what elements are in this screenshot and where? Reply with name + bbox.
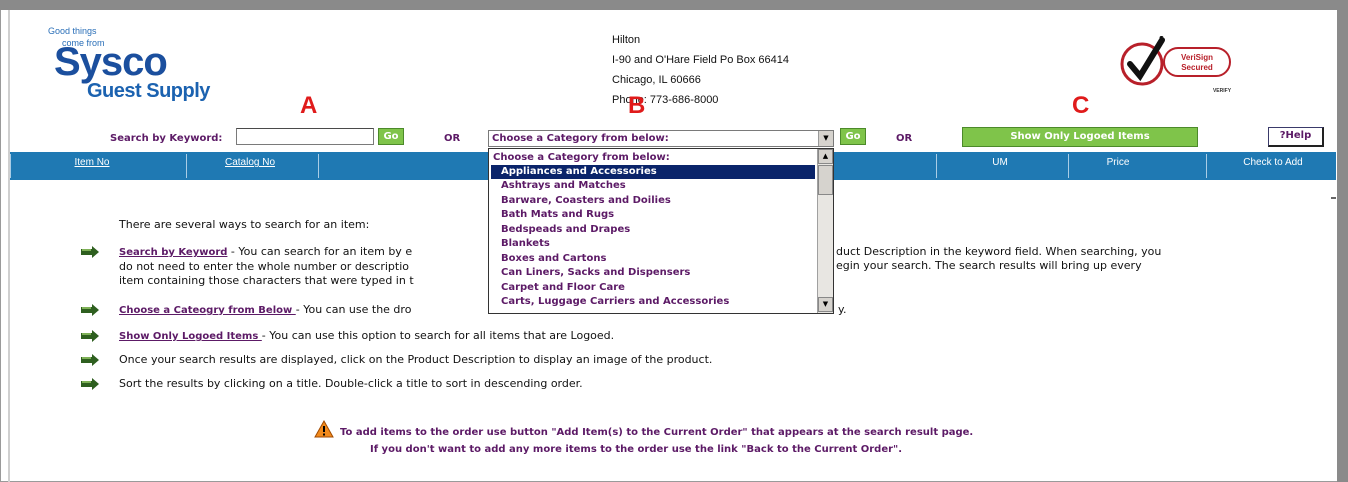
window-right-border xyxy=(1337,0,1348,482)
category-select[interactable]: Choose a Category from below: ▼ xyxy=(488,130,834,147)
column-header-check-to-add[interactable]: Check to Add xyxy=(1216,152,1330,180)
keyword-search-input[interactable] xyxy=(236,128,374,145)
or-label-2: OR xyxy=(896,133,913,144)
verisign-seal[interactable]: VeriSign Secured VERIFY xyxy=(1112,33,1242,96)
dropdown-option[interactable]: Ashtrays and Matches xyxy=(491,179,815,193)
arrow-bullet-icon xyxy=(81,354,99,366)
arrow-bullet-icon xyxy=(81,246,99,258)
chevron-down-icon[interactable]: ▼ xyxy=(818,131,833,146)
sysco-logo: Good things come from Sysco Guest Supply xyxy=(48,26,248,116)
header-separator xyxy=(318,154,319,178)
order-note: To add items to the order use button "Ad… xyxy=(340,424,1060,458)
header-separator xyxy=(10,154,11,178)
keyword-search-label: Search by Keyword: xyxy=(110,133,223,144)
dropdown-option[interactable]: Bedspeads and Drapes xyxy=(491,223,815,237)
sort-paragraph: Sort the results by clicking on a title.… xyxy=(119,377,583,390)
annotation-letter-b: B xyxy=(628,92,646,119)
category-dropdown-list[interactable]: Choose a Category from below: Appliances… xyxy=(488,148,834,314)
window-top-border xyxy=(0,0,1348,10)
address-line-1: I-90 and O'Hare Field Po Box 66414 xyxy=(612,54,789,66)
scrollbar-thumb[interactable] xyxy=(818,165,833,195)
category-go-button[interactable]: Go xyxy=(840,128,866,145)
scroll-down-icon[interactable]: ▼ xyxy=(818,297,833,312)
show-logoed-items-button[interactable]: Show Only Logoed Items xyxy=(962,127,1198,147)
verisign-line-1: VeriSign xyxy=(1181,53,1213,62)
dropdown-option-selected[interactable]: Appliances and Accessories xyxy=(491,165,815,179)
keyword-go-button[interactable]: Go xyxy=(378,128,404,145)
order-note-line-2: If you don't want to add any more items … xyxy=(370,444,903,455)
dropdown-option[interactable]: Boxes and Cartons xyxy=(491,252,815,266)
header-separator xyxy=(1206,154,1207,178)
dropdown-option[interactable]: Bath Mats and Rugs xyxy=(491,208,815,222)
arrow-bullet-icon xyxy=(81,304,99,316)
dropdown-scrollbar[interactable]: ▲ ▼ xyxy=(817,149,833,313)
column-header-um[interactable]: UM xyxy=(970,152,1030,180)
column-header-price[interactable]: Price xyxy=(1088,152,1148,180)
arrow-bullet-icon xyxy=(81,330,99,342)
address-line-2: Chicago, IL 60666 xyxy=(612,74,701,86)
help-button[interactable]: ?Help xyxy=(1268,127,1324,147)
logoed-text: - You can use this option to search for … xyxy=(261,329,615,342)
dropdown-option[interactable]: Can Liners, Sacks and Dispensers xyxy=(491,266,815,280)
dropdown-option[interactable]: Choose a Category from below: xyxy=(491,151,815,165)
results-paragraph: Once your search results are displayed, … xyxy=(119,353,713,366)
show-logoed-items-link[interactable]: Show Only Logoed Items xyxy=(119,331,262,342)
column-header-catalog-no[interactable]: Catalog No xyxy=(200,152,300,180)
order-note-line-1: To add items to the order use button "Ad… xyxy=(340,427,974,438)
keyword-text-2-tail: egin your search. The search results wil… xyxy=(836,259,1142,272)
customer-name: Hilton xyxy=(612,34,641,46)
dropdown-option[interactable]: Blankets xyxy=(491,237,815,251)
or-label-1: OR xyxy=(444,133,461,144)
edge-marker xyxy=(1331,197,1336,199)
arrow-bullet-icon xyxy=(81,378,99,390)
column-header-item-no[interactable]: Item No xyxy=(52,152,132,180)
header-separator xyxy=(186,154,187,178)
logo-tagline-1: Good things xyxy=(48,26,97,36)
choose-category-link[interactable]: Choose a Cateogry from Below xyxy=(119,305,296,316)
logoed-paragraph: Show Only Logoed Items - You can use thi… xyxy=(119,329,614,344)
keyword-text-1-tail: duct Description in the keyword field. W… xyxy=(836,245,1162,258)
dropdown-option[interactable]: Carpet and Floor Care xyxy=(491,281,815,295)
logo-brand: Sysco xyxy=(54,40,168,84)
keyword-text-1: - You can search for an item by e xyxy=(227,245,413,258)
verisign-line-3: VERIFY xyxy=(1213,88,1232,94)
category-paragraph: Choose a Cateogry from Below - You can u… xyxy=(119,303,411,318)
intro-text: There are several ways to search for an … xyxy=(119,218,370,231)
category-text: - You can use the dro xyxy=(295,303,412,316)
dropdown-option[interactable]: Barware, Coasters and Doilies xyxy=(491,194,815,208)
verisign-line-2: Secured xyxy=(1181,63,1213,72)
logo-subtitle: Guest Supply xyxy=(87,80,210,102)
verisign-check-icon: VeriSign Secured VERIFY xyxy=(1120,33,1232,94)
annotation-letter-a: A xyxy=(300,92,318,119)
warning-icon xyxy=(314,420,334,438)
scroll-up-icon[interactable]: ▲ xyxy=(818,149,833,164)
category-text-tail: y. xyxy=(838,303,847,316)
header-separator xyxy=(1068,154,1069,178)
search-by-keyword-link[interactable]: Search by Keyword xyxy=(119,247,227,258)
dropdown-option[interactable]: Carts, Luggage Carriers and Accessories xyxy=(491,295,815,309)
window-left-border xyxy=(8,10,10,482)
header-separator xyxy=(936,154,937,178)
category-select-value: Choose a Category from below: xyxy=(492,133,669,144)
annotation-letter-c: C xyxy=(1072,92,1090,119)
